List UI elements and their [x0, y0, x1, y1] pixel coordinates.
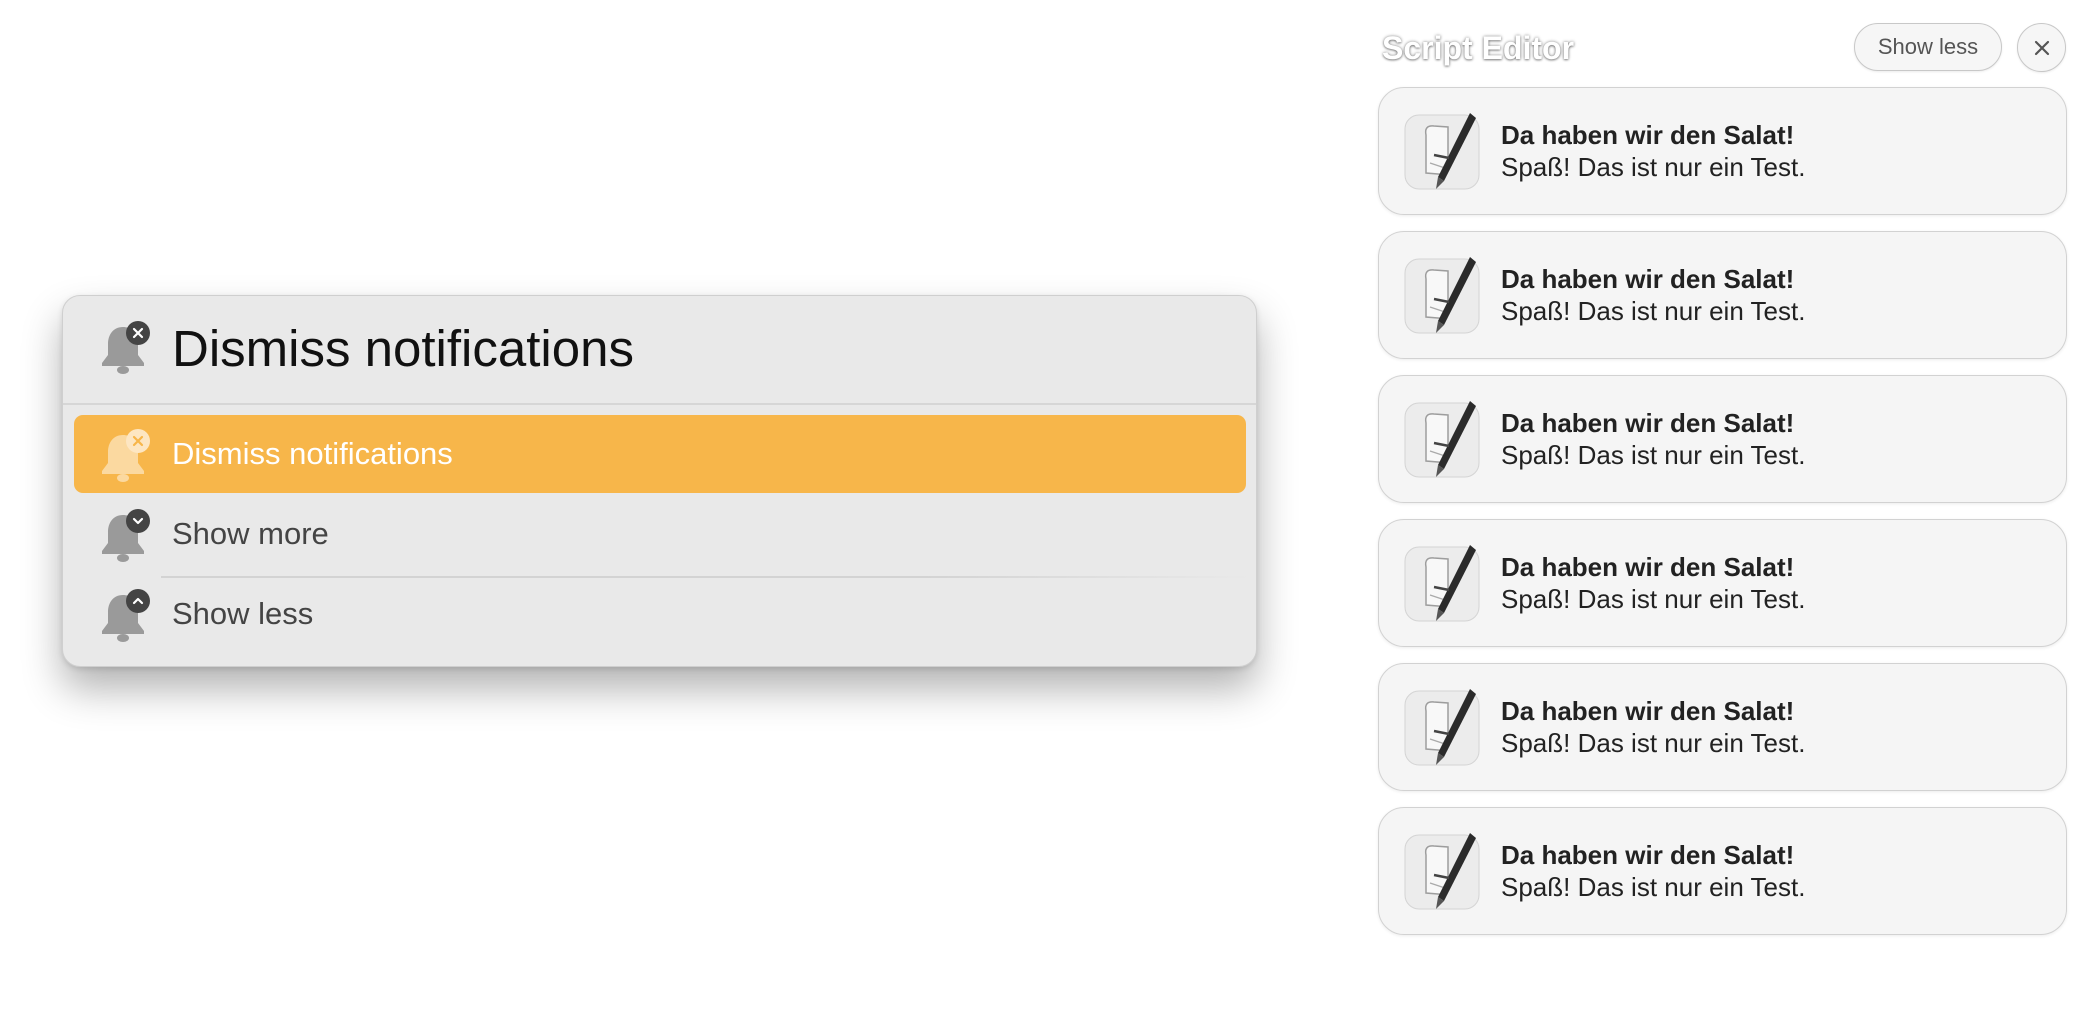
result-show-less[interactable]: Show less — [74, 575, 1246, 653]
notification-card[interactable]: Da haben wir den Salat! Spaß! Das ist nu… — [1378, 231, 2067, 359]
result-show-more[interactable]: Show more — [74, 495, 1246, 573]
notification-card[interactable]: Da haben wir den Salat! Spaß! Das ist nu… — [1378, 375, 2067, 503]
bell-show-more-icon — [96, 509, 150, 565]
script-editor-app-icon — [1404, 687, 1482, 767]
result-label: Dismiss notifications — [172, 436, 453, 471]
notification-card[interactable]: Da haben wir den Salat! Spaß! Das ist nu… — [1378, 519, 2067, 647]
notification-title: Da haben wir den Salat! — [1501, 840, 1795, 870]
script-editor-app-icon — [1404, 399, 1482, 479]
notification-body: Spaß! Das ist nur ein Test. — [1501, 296, 1806, 326]
show-less-button[interactable]: Show less — [1854, 23, 2002, 71]
notification-group-title: Script Editor — [1382, 30, 1575, 66]
notification-title: Da haben wir den Salat! — [1501, 552, 1795, 582]
script-editor-app-icon — [1404, 543, 1482, 623]
notification-title: Da haben wir den Salat! — [1501, 120, 1795, 150]
notification-body: Spaß! Das ist nur ein Test. — [1501, 440, 1806, 470]
bell-show-less-icon — [96, 589, 150, 645]
bell-dismiss-icon — [96, 321, 150, 377]
close-button[interactable] — [2017, 23, 2066, 72]
search-query-bar[interactable]: Dismiss notifications — [63, 296, 1256, 405]
notification-title: Da haben wir den Salat! — [1501, 408, 1795, 438]
script-editor-app-icon — [1404, 255, 1482, 335]
result-dismiss-notifications[interactable]: Dismiss notifications — [74, 415, 1246, 493]
result-label: Show more — [172, 516, 329, 551]
close-icon — [2034, 40, 2049, 55]
search-query-text: Dismiss notifications — [172, 320, 634, 377]
result-label: Show less — [172, 596, 314, 631]
notification-body: Spaß! Das ist nur ein Test. — [1501, 584, 1806, 614]
bell-dismiss-icon — [96, 429, 150, 485]
script-editor-app-icon — [1404, 111, 1482, 191]
notification-body: Spaß! Das ist nur ein Test. — [1501, 872, 1806, 902]
notification-card[interactable]: Da haben wir den Salat! Spaß! Das ist nu… — [1378, 87, 2067, 215]
notification-body: Spaß! Das ist nur ein Test. — [1501, 152, 1806, 182]
notification-body: Spaß! Das ist nur ein Test. — [1501, 728, 1806, 758]
launcher-panel: Dismiss notifications Dismiss notificati… — [62, 295, 1257, 667]
notification-card[interactable]: Da haben wir den Salat! Spaß! Das ist nu… — [1378, 663, 2067, 791]
script-editor-app-icon — [1404, 831, 1482, 911]
notification-title: Da haben wir den Salat! — [1501, 264, 1795, 294]
notification-title: Da haben wir den Salat! — [1501, 696, 1795, 726]
notification-card[interactable]: Da haben wir den Salat! Spaß! Das ist nu… — [1378, 807, 2067, 935]
